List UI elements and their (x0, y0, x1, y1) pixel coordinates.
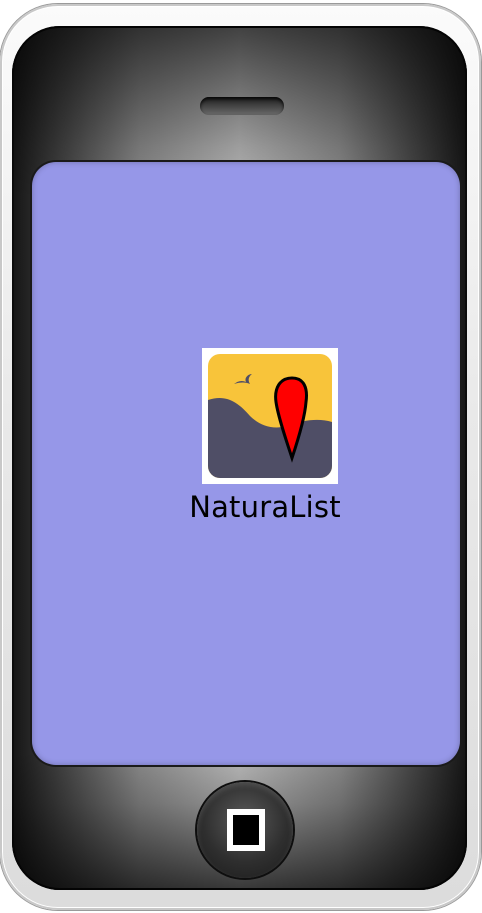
home-screen: NaturaList (32, 162, 460, 765)
app-label: NaturaList (189, 490, 341, 524)
naturalist-map-pin-icon[interactable] (202, 348, 338, 484)
home-square-icon (227, 809, 265, 851)
home-button[interactable] (197, 782, 293, 878)
naturalist-app-icon-graphic (208, 354, 332, 478)
app-naturalist[interactable]: NaturaList (189, 348, 342, 524)
earpiece-speaker (200, 97, 284, 115)
